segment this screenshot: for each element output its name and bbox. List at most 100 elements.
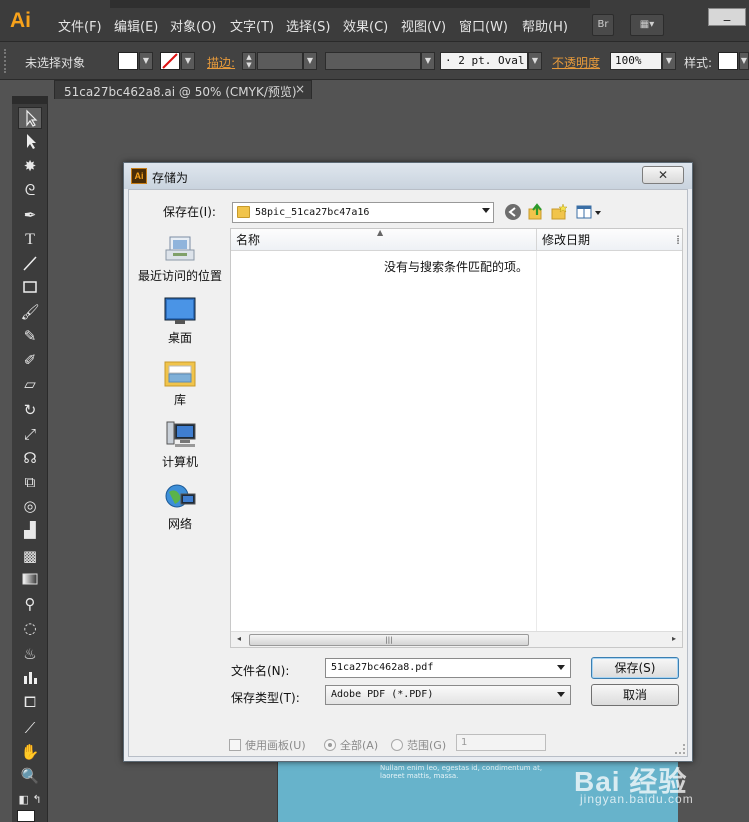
column-graph-tool-icon[interactable]: [18, 667, 42, 689]
variable-width-dropdown[interactable]: ▼: [421, 52, 435, 70]
artboard-tool-icon[interactable]: ⧠: [18, 691, 42, 713]
menu-help[interactable]: 帮助(H): [522, 16, 568, 35]
graphic-style-swatch[interactable]: [718, 52, 738, 70]
stroke-weight-field[interactable]: [257, 52, 303, 70]
bridge-button[interactable]: Br: [592, 14, 614, 36]
stroke-dropdown[interactable]: ▼: [181, 52, 195, 70]
up-folder-button[interactable]: [527, 203, 545, 221]
lasso-tool-icon[interactable]: ᘓ: [18, 179, 42, 201]
opacity-dropdown[interactable]: ▼: [662, 52, 676, 70]
radio-dot: [391, 739, 403, 751]
menu-select[interactable]: 选择(S): [286, 16, 330, 35]
blend-tool-icon[interactable]: ◌: [18, 617, 42, 639]
rectangle-tool-icon[interactable]: [18, 277, 42, 299]
column-header-date[interactable]: 修改日期 ⁞: [537, 229, 682, 251]
look-in-label: 保存在(I):: [163, 205, 216, 219]
watermark-url: jingyan.baidu.com: [580, 792, 694, 806]
back-arrow-icon: [505, 204, 521, 220]
scrollbar-thumb[interactable]: |||: [249, 634, 529, 646]
pencil-tool-icon[interactable]: ✎: [18, 325, 42, 347]
place-desktop[interactable]: 桌面: [131, 296, 229, 346]
scale-tool-icon[interactable]: ⤢: [18, 423, 42, 445]
opacity-field[interactable]: 100%: [610, 52, 662, 70]
eyedropper-tool-icon[interactable]: ⚲: [18, 593, 42, 615]
file-list[interactable]: 名称 ▲ 修改日期 ⁞ 没有与搜索条件匹配的项。 ◂ ||| ▸: [230, 228, 683, 648]
arrange-documents-button[interactable]: ▦▾: [630, 14, 664, 36]
tools-panel-grip[interactable]: [12, 96, 48, 104]
filetype-select[interactable]: Adobe PDF (*.PDF): [325, 685, 571, 705]
document-tab[interactable]: 51ca27bc462a8.ai @ 50% (CMYK/预览) ×: [54, 80, 312, 99]
magic-wand-tool-icon[interactable]: ✸: [18, 155, 42, 177]
stroke-weight-dropdown[interactable]: ▼: [303, 52, 317, 70]
stroke-swatch[interactable]: [160, 52, 180, 70]
dialog-titlebar[interactable]: Ai 存储为 ✕: [124, 163, 692, 189]
range-radio[interactable]: 范围(G): [391, 737, 446, 753]
brush-definition-field[interactable]: · 2 pt. Oval: [440, 52, 528, 70]
horizontal-scrollbar[interactable]: ◂ ||| ▸: [231, 631, 682, 647]
gradient-tool-icon[interactable]: [18, 569, 42, 591]
shape-builder-tool-icon[interactable]: ◎: [18, 495, 42, 517]
save-button[interactable]: 保存(S): [591, 657, 679, 679]
place-recent[interactable]: 最近访问的位置: [131, 234, 229, 284]
new-folder-button[interactable]: [550, 203, 568, 221]
menu-object[interactable]: 对象(O): [170, 16, 216, 35]
type-tool-icon[interactable]: T: [18, 229, 42, 251]
perspective-grid-tool-icon[interactable]: ▟: [18, 519, 42, 541]
menu-type[interactable]: 文字(T): [230, 16, 274, 35]
all-radio[interactable]: 全部(A): [324, 737, 378, 753]
stroke-label[interactable]: 描边:: [207, 54, 235, 71]
folder-icon: [237, 206, 250, 218]
stepper-icon: ▲ ▼: [246, 53, 252, 69]
direct-select-tool-icon[interactable]: [18, 131, 42, 153]
use-artboards-checkbox[interactable]: 使用画板(U): [229, 737, 306, 753]
warp-tool-icon[interactable]: ☊: [18, 447, 42, 469]
zoom-tool-icon[interactable]: 🔍: [18, 765, 42, 787]
blob-brush-tool-icon[interactable]: ✐: [18, 349, 42, 371]
graphic-style-dropdown[interactable]: ▼: [739, 52, 749, 70]
brush-dropdown[interactable]: ▼: [528, 52, 542, 70]
menu-file[interactable]: 文件(F): [58, 16, 102, 35]
fill-stroke-swap-icon[interactable]: ◧ ↰: [18, 789, 42, 811]
panel-grip[interactable]: [4, 49, 10, 73]
fill-swatch[interactable]: [118, 52, 138, 70]
eraser-tool-icon[interactable]: ▱: [18, 373, 42, 395]
menu-edit[interactable]: 编辑(E): [114, 16, 158, 35]
line-tool-icon[interactable]: [18, 253, 42, 275]
mesh-tool-icon[interactable]: ▩: [18, 545, 42, 567]
menu-window[interactable]: 窗口(W): [459, 16, 508, 35]
hand-tool-icon[interactable]: ✋: [18, 741, 42, 763]
dialog-close-button[interactable]: ✕: [642, 166, 684, 184]
stroke-weight-stepper[interactable]: ▲ ▼: [242, 52, 256, 70]
chevron-down-icon: ▼: [740, 56, 748, 65]
minimize-button[interactable]: _: [708, 8, 746, 26]
select-tool-icon[interactable]: [18, 107, 42, 129]
libraries-icon: [163, 358, 197, 388]
variable-width-field[interactable]: [325, 52, 421, 70]
slice-tool-icon[interactable]: ⟋: [18, 717, 42, 739]
view-menu-button[interactable]: [575, 203, 603, 221]
symbol-sprayer-tool-icon[interactable]: ♨: [18, 643, 42, 665]
rotate-tool-icon[interactable]: ↻: [18, 399, 42, 421]
place-computer[interactable]: 计算机: [131, 420, 229, 470]
cancel-button[interactable]: 取消: [591, 684, 679, 706]
scroll-left-icon[interactable]: ◂: [233, 634, 245, 643]
menu-effect[interactable]: 效果(C): [343, 16, 388, 35]
column-header-name[interactable]: 名称 ▲: [231, 228, 537, 251]
scroll-right-icon[interactable]: ▸: [668, 634, 680, 643]
paintbrush-tool-icon[interactable]: 🖌: [18, 301, 42, 323]
close-icon[interactable]: ×: [295, 82, 305, 96]
back-button[interactable]: [504, 203, 522, 221]
free-transform-tool-icon[interactable]: ⧉: [18, 471, 42, 493]
filename-input[interactable]: 51ca27bc462a8.pdf: [325, 658, 571, 678]
resize-grip[interactable]: [675, 744, 685, 754]
menu-view[interactable]: 视图(V): [401, 16, 446, 35]
place-libraries[interactable]: 库: [131, 358, 229, 408]
place-network[interactable]: 网络: [131, 482, 229, 532]
fill-color-box[interactable]: [17, 810, 35, 822]
fill-dropdown[interactable]: ▼: [139, 52, 153, 70]
no-stroke-icon: [162, 53, 178, 69]
look-in-combo[interactable]: 58pic_51ca27bc47a16: [232, 202, 494, 223]
opacity-label[interactable]: 不透明度: [552, 54, 600, 71]
pen-tool-icon[interactable]: ✒: [18, 204, 42, 226]
range-input[interactable]: 1: [456, 734, 546, 751]
